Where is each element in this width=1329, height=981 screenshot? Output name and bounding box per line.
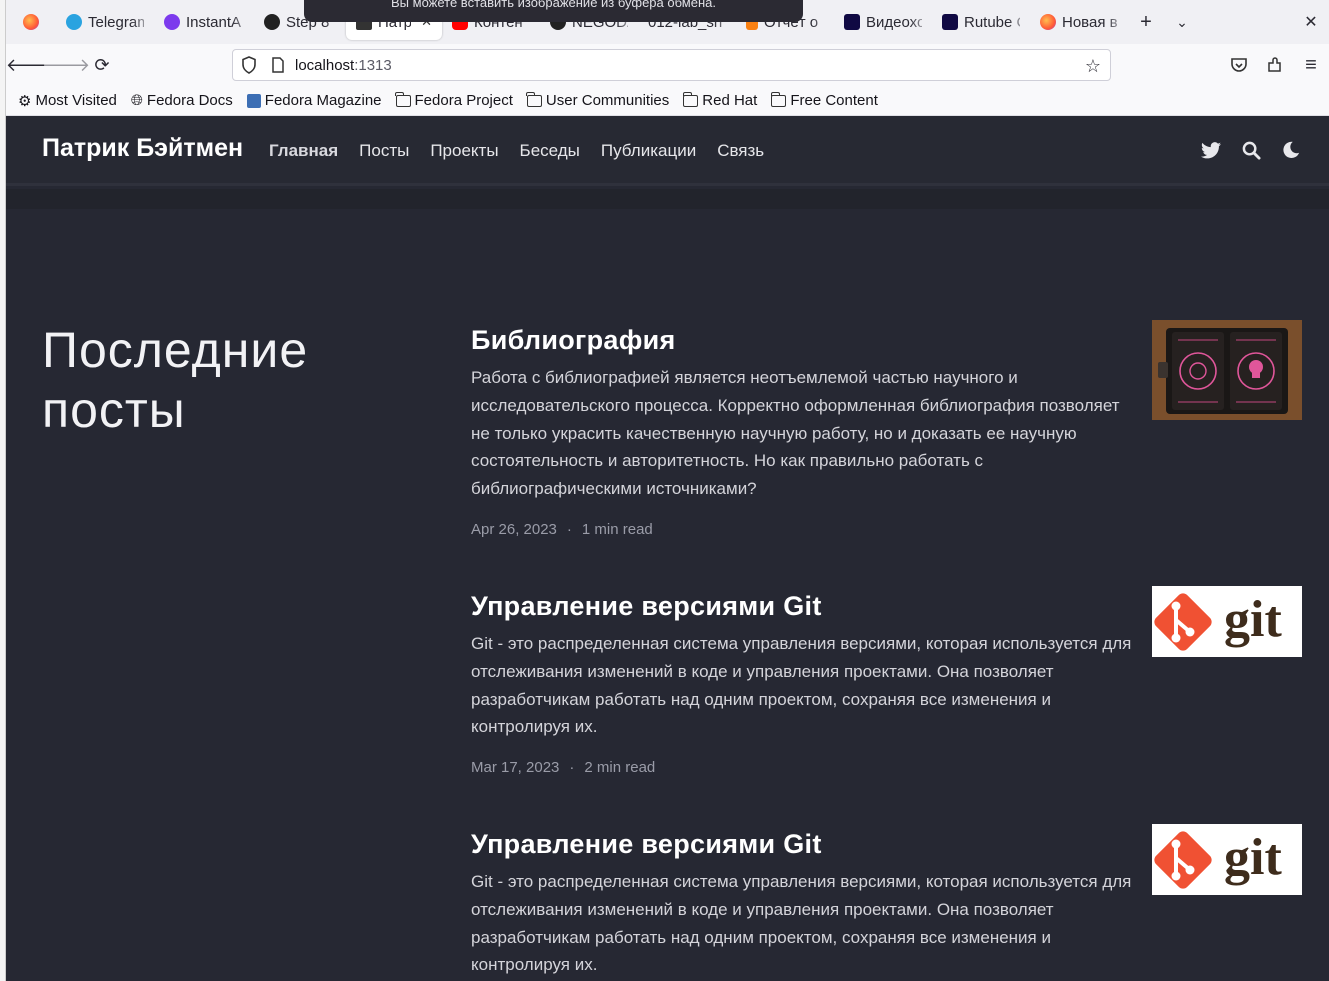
shield-icon[interactable] [241, 56, 257, 74]
tab-new[interactable]: Новая в [1030, 4, 1128, 40]
post-read-time: 1 min read [581, 520, 653, 538]
page-title: Последние посты [42, 322, 309, 438]
folder-icon [526, 91, 542, 107]
post-summary: Git - это распределенная система управле… [471, 634, 1132, 737]
fedora-magazine-icon [246, 93, 261, 108]
post-card: Управление версиями Git Git - это распре… [471, 829, 1151, 979]
post-card: Библиография Работа с библиографией явля… [471, 325, 1151, 538]
step-icon [264, 14, 280, 30]
post-thumbnail-git[interactable]: git [1152, 586, 1302, 657]
bookmark-star-icon[interactable]: ☆ [1082, 55, 1104, 77]
post-thumbnail-git[interactable]: git [1152, 824, 1302, 895]
post-date: Mar 17, 2023 [471, 759, 560, 777]
instant-icon [164, 14, 180, 30]
menu-item-talks[interactable]: Беседы [520, 141, 580, 161]
notification-toast: Вы можете вставить изображение из буфера… [304, 0, 803, 22]
bookmark-fedora-magazine[interactable]: Fedora Magazine [246, 92, 382, 109]
twitter-icon[interactable] [1201, 138, 1221, 162]
page-info-icon[interactable] [271, 57, 285, 73]
post-title[interactable]: Управление версиями Git [471, 591, 1151, 622]
tab-telegram[interactable]: Telegram [56, 4, 154, 40]
post-date: Apr 26, 2023 [471, 520, 557, 538]
post-read-time: 2 min read [584, 759, 656, 777]
bookmark-fedora-project[interactable]: Fedora Project [395, 91, 513, 109]
bookmark-red-hat[interactable]: Red Hat [682, 91, 757, 109]
tab-firefox[interactable] [6, 4, 56, 40]
post-meta: Mar 17, 2023 · 2 min read [471, 759, 1151, 776]
menu-item-home[interactable]: Главная [269, 141, 338, 161]
page-content: Патрик Бэйтмен Главная Посты Проекты Бес… [6, 116, 1329, 981]
bookmarks-toolbar: ⚙ Most Visited 🌐︎ Fedora Docs Fedora Magaz… [6, 86, 1329, 116]
post-thumbnail-book[interactable] [1152, 320, 1302, 420]
forward-button[interactable]: 🡒 [42, 47, 90, 83]
rutube-icon [942, 14, 958, 30]
close-window-button[interactable]: ✕ [1293, 4, 1329, 40]
menu-icon[interactable]: ≡ [1293, 47, 1329, 83]
folder-icon [395, 91, 411, 107]
tab-rutube[interactable]: Rutube С [932, 4, 1030, 40]
navigation-bar: 🡐 🡒 ⟳ localhost:1313 ☆ ≡ [6, 44, 1329, 86]
dark-mode-icon[interactable] [1281, 138, 1301, 162]
pocket-icon[interactable] [1221, 47, 1257, 83]
url-text: localhost:1313 [295, 56, 392, 74]
telegram-icon [66, 14, 82, 30]
bookmark-user-communities[interactable]: User Communities [526, 91, 669, 109]
post-title[interactable]: Управление версиями Git [471, 829, 1151, 860]
post-title[interactable]: Библиография [471, 325, 1151, 356]
git-logo-text: git [1224, 829, 1282, 886]
new-tab-button[interactable]: + [1128, 4, 1164, 40]
firefox-icon [23, 14, 39, 30]
tab-video[interactable]: Видеохо [834, 4, 932, 40]
site-brand[interactable]: Патрик Бэйтмен [42, 134, 243, 163]
menu-item-projects[interactable]: Проекты [430, 141, 498, 161]
folder-icon [770, 91, 787, 107]
url-bar[interactable]: localhost:1313 ☆ [232, 49, 1111, 81]
gear-icon: ⚙ [18, 92, 32, 110]
reload-button[interactable]: ⟳ [84, 47, 120, 83]
tab-instant[interactable]: InstantA [154, 4, 254, 40]
post-summary: Git - это распределенная система управле… [471, 872, 1132, 975]
extensions-icon[interactable] [1257, 47, 1293, 83]
git-logo-text: git [1224, 591, 1282, 648]
bookmark-free-content[interactable]: Free Content [770, 91, 878, 109]
post-summary: Работа с библиографией является неотъемл… [471, 368, 1120, 499]
folder-icon [682, 91, 699, 107]
bookmark-fedora-docs[interactable]: 🌐︎ Fedora Docs [131, 92, 233, 109]
menu-item-publications[interactable]: Публикации [601, 141, 696, 161]
firefox-icon [1040, 14, 1056, 30]
meta-separator: · [569, 759, 575, 777]
globe-icon: 🌐︎ [130, 92, 143, 109]
header-icons [1201, 138, 1301, 162]
post-card: Управление версиями Git Git - это распре… [471, 591, 1151, 776]
post-meta: Apr 26, 2023 · 1 min read [471, 521, 1151, 538]
rutube-icon [844, 14, 860, 30]
menu-item-posts[interactable]: Посты [359, 141, 409, 161]
header-shadow [6, 189, 1329, 209]
site-menu: Главная Посты Проекты Беседы Публикации … [269, 141, 764, 161]
search-icon[interactable] [1241, 138, 1261, 162]
menu-item-contact[interactable]: Связь [717, 141, 764, 161]
bookmark-most-visited[interactable]: ⚙ Most Visited [18, 92, 117, 110]
list-tabs-button[interactable]: ⌄ [1164, 4, 1200, 40]
meta-separator: · [566, 520, 572, 538]
